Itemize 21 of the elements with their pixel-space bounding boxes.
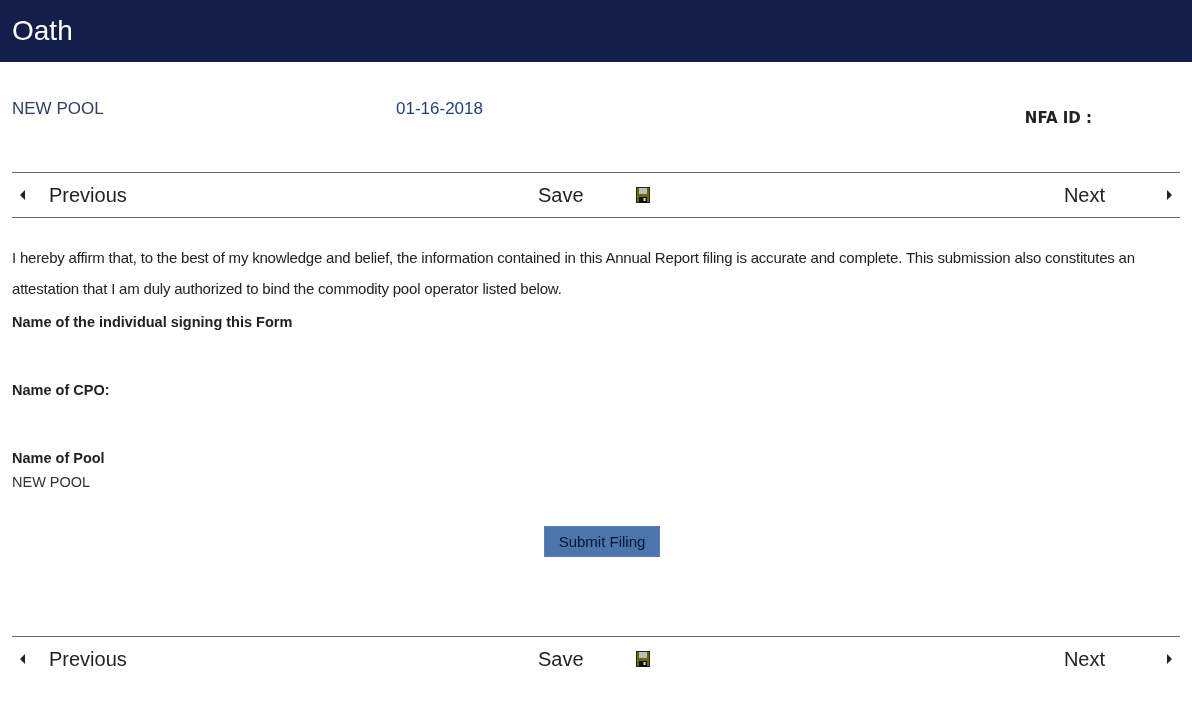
field-value: NEW POOL bbox=[12, 474, 92, 490]
next-link[interactable]: Next bbox=[1063, 647, 1105, 671]
page-title: Oath bbox=[0, 0, 1192, 62]
caret-right-icon bbox=[1165, 189, 1174, 201]
save-link[interactable]: Save bbox=[538, 647, 584, 671]
filing-date: 01-16-2018 bbox=[396, 99, 484, 119]
field-label: Name of Pool bbox=[12, 450, 106, 466]
save-icon[interactable] bbox=[635, 651, 650, 667]
save-icon[interactable] bbox=[635, 187, 650, 203]
caret-right-icon bbox=[1165, 653, 1174, 665]
caret-left-icon bbox=[18, 653, 27, 665]
field-label: Name of the individual signing this Form bbox=[12, 314, 294, 330]
previous-link[interactable]: Previous bbox=[49, 647, 127, 671]
field-label: Name of CPO: bbox=[12, 382, 111, 398]
pool-name: NEW POOL bbox=[12, 99, 105, 119]
nfa-id-label: NFA ID : bbox=[1024, 109, 1092, 127]
affirmation-text: I hereby affirm that, to the best of my knowledge and belief, the information contained in this Annual Report filing is accurate and complete. This submission also constitutes an attestation that I am duly authorized to bind the commodity pool operator listed below. bbox=[12, 248, 1136, 299]
save-link[interactable]: Save bbox=[538, 183, 584, 207]
caret-left-icon bbox=[18, 189, 27, 201]
previous-link[interactable]: Previous bbox=[49, 183, 127, 207]
next-link[interactable]: Next bbox=[1063, 183, 1105, 207]
